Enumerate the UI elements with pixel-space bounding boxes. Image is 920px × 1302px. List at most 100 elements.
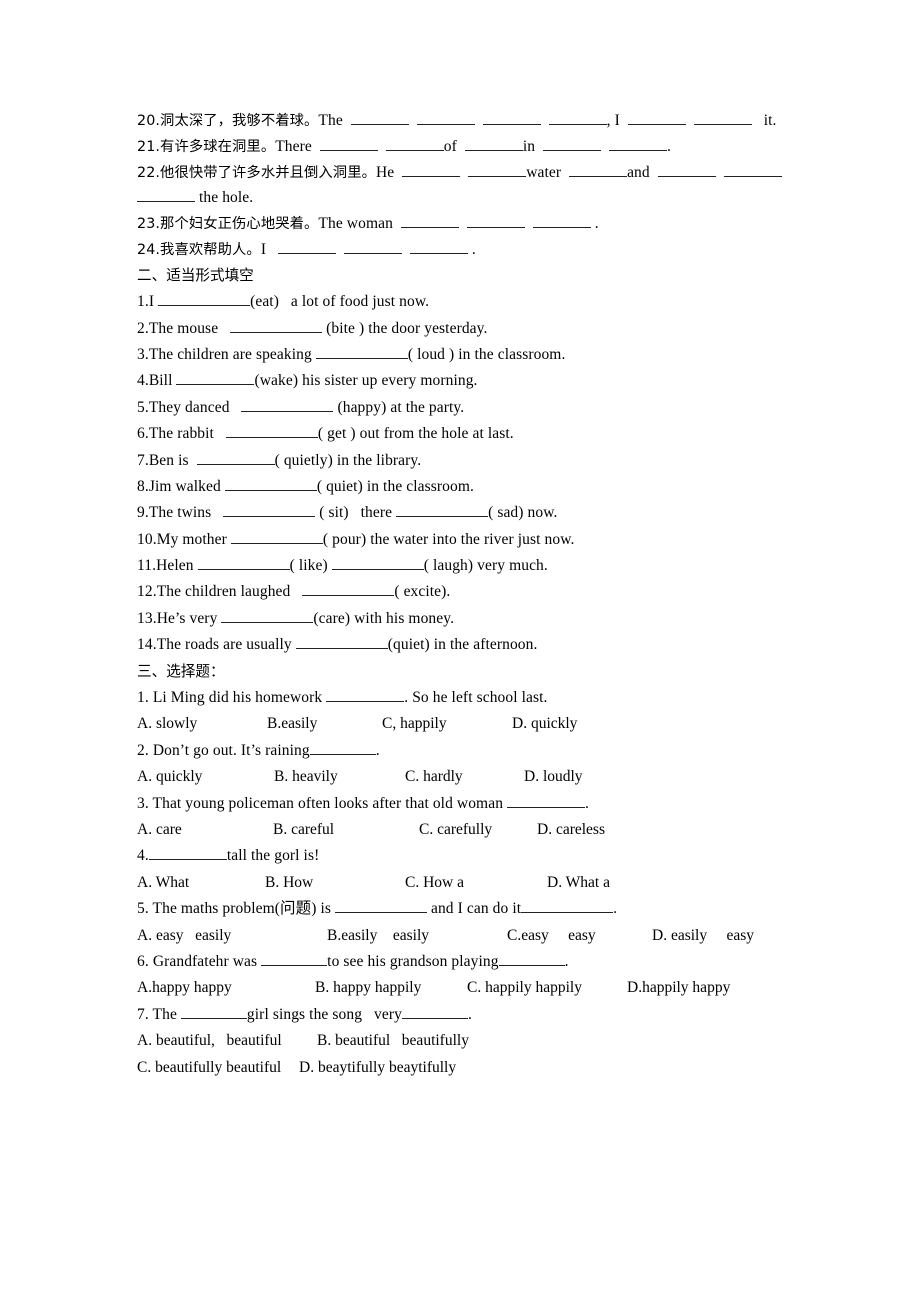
blank[interactable] [261,951,328,966]
option-b[interactable]: B. careful [273,817,334,843]
blank[interactable] [416,110,475,125]
blank[interactable] [176,370,255,386]
item-pre-text: The children laughed [156,583,291,601]
option-b[interactable]: B.easily [267,711,317,737]
blank[interactable] [498,951,565,966]
blank[interactable] [326,687,405,703]
blank[interactable] [278,239,337,254]
blank[interactable] [315,344,408,359]
item-hint-2: ( sad) [488,504,524,522]
blank[interactable] [230,528,323,544]
blank[interactable] [569,161,628,177]
blank[interactable] [482,110,541,125]
blank[interactable] [180,1003,247,1019]
option-a[interactable]: A. easy easily [137,923,231,949]
option-a[interactable]: A.happy happy [137,975,232,1001]
option-c[interactable]: C.easy easy [507,923,596,949]
option-c[interactable]: C. How a [405,870,464,896]
item-pre-text: He’s very [156,609,218,627]
blank[interactable] [331,555,424,571]
option-b[interactable]: B. How [265,870,313,896]
blank[interactable] [548,110,607,125]
blank[interactable] [148,845,227,861]
blank[interactable] [609,136,668,151]
blank[interactable] [350,110,409,125]
item-hint: ( quiet) [316,477,363,495]
option-c[interactable]: C. hardly [405,764,463,790]
option-b[interactable]: B. beautiful beautifully [317,1028,469,1054]
item-post-text: at the party. [390,398,465,416]
option-a[interactable]: A. slowly [137,711,197,737]
item-pre-text: The mouse [148,319,219,337]
blank[interactable] [532,213,591,229]
blank[interactable] [627,110,686,125]
blank[interactable] [221,608,314,623]
option-a[interactable]: A. beautiful, beautiful [137,1028,282,1054]
blank[interactable] [230,317,323,333]
fill-item-9: 9.The twins ( sit) there ( sad) now. [137,500,897,526]
option-d[interactable]: D. beaytifully beaytifully [299,1055,456,1081]
blank[interactable] [521,898,614,914]
blank[interactable] [295,634,388,650]
blank[interactable] [385,136,444,151]
translate-item-20: 20.洞太深了，我够不着球。The , I it. [137,108,897,134]
blank[interactable] [409,239,468,254]
blank[interactable] [396,502,489,518]
option-b[interactable]: B.easily easily [327,923,429,949]
blank[interactable] [693,110,752,125]
option-d[interactable]: D. easily easy [652,923,754,949]
blank[interactable] [657,161,716,177]
option-d[interactable]: D.happily happy [627,975,730,1001]
option-d[interactable]: D. loudly [524,764,583,790]
blank[interactable] [309,740,376,755]
blank[interactable] [401,1003,468,1019]
blank[interactable] [225,423,318,439]
option-b[interactable]: B. happy happily [315,975,421,1001]
blank[interactable] [464,136,523,151]
blank[interactable] [466,213,525,229]
blank[interactable] [197,555,290,571]
item-24-english: I [260,240,267,258]
option-d[interactable]: D. careless [537,817,605,843]
translate-item-22: 22.他很快带了许多水并且倒入洞里。He water and [137,160,897,186]
option-a[interactable]: A. care [137,817,182,843]
option-a[interactable]: A. What [137,870,189,896]
blank[interactable] [402,161,461,177]
option-c[interactable]: C, happily [382,711,447,737]
option-a[interactable]: A. quickly [137,764,202,790]
option-b[interactable]: B. heavily [274,764,338,790]
item-hint: (quiet) [387,636,430,654]
option-c[interactable]: C. carefully [419,817,492,843]
blank[interactable] [137,187,195,203]
fill-item-4: 4.Bill (wake) his sister up every mornin… [137,368,897,394]
option-d[interactable]: D. What a [547,870,610,896]
blank[interactable] [723,161,782,177]
item-21-english: There [275,137,312,155]
blank[interactable] [223,502,316,518]
fill-item-1: 1.I (eat) a lot of food just now. [137,289,897,315]
item-number: 1. [137,293,149,311]
blank[interactable] [468,161,527,177]
item-pre-text: Bill [148,372,173,390]
blank[interactable] [400,213,459,229]
option-c[interactable]: C. beautifully beautiful [137,1055,281,1081]
blank[interactable] [241,396,334,412]
blank[interactable] [507,792,586,808]
item-number: 4. [137,372,149,390]
blank[interactable] [543,136,602,151]
choice-question-6-options: A.happy happy B. happy happily C. happil… [137,975,897,1001]
question-stem-pre: The maths problem(问题) is [152,900,331,918]
blank[interactable] [158,291,251,307]
blank[interactable] [224,476,317,491]
blank[interactable] [196,449,275,465]
blank[interactable] [334,898,427,914]
blank[interactable] [319,136,378,151]
option-d[interactable]: D. quickly [512,711,577,737]
question-stem-mid: to see his grandson playing [327,952,499,970]
blank[interactable] [343,239,402,254]
item-number: 2. [137,319,149,337]
item-22-wrap-text: the hole. [198,189,254,207]
choice-question-4-stem: 4. tall the gorl is! [137,843,897,869]
option-c[interactable]: C. happily happily [467,975,582,1001]
blank[interactable] [302,581,395,597]
